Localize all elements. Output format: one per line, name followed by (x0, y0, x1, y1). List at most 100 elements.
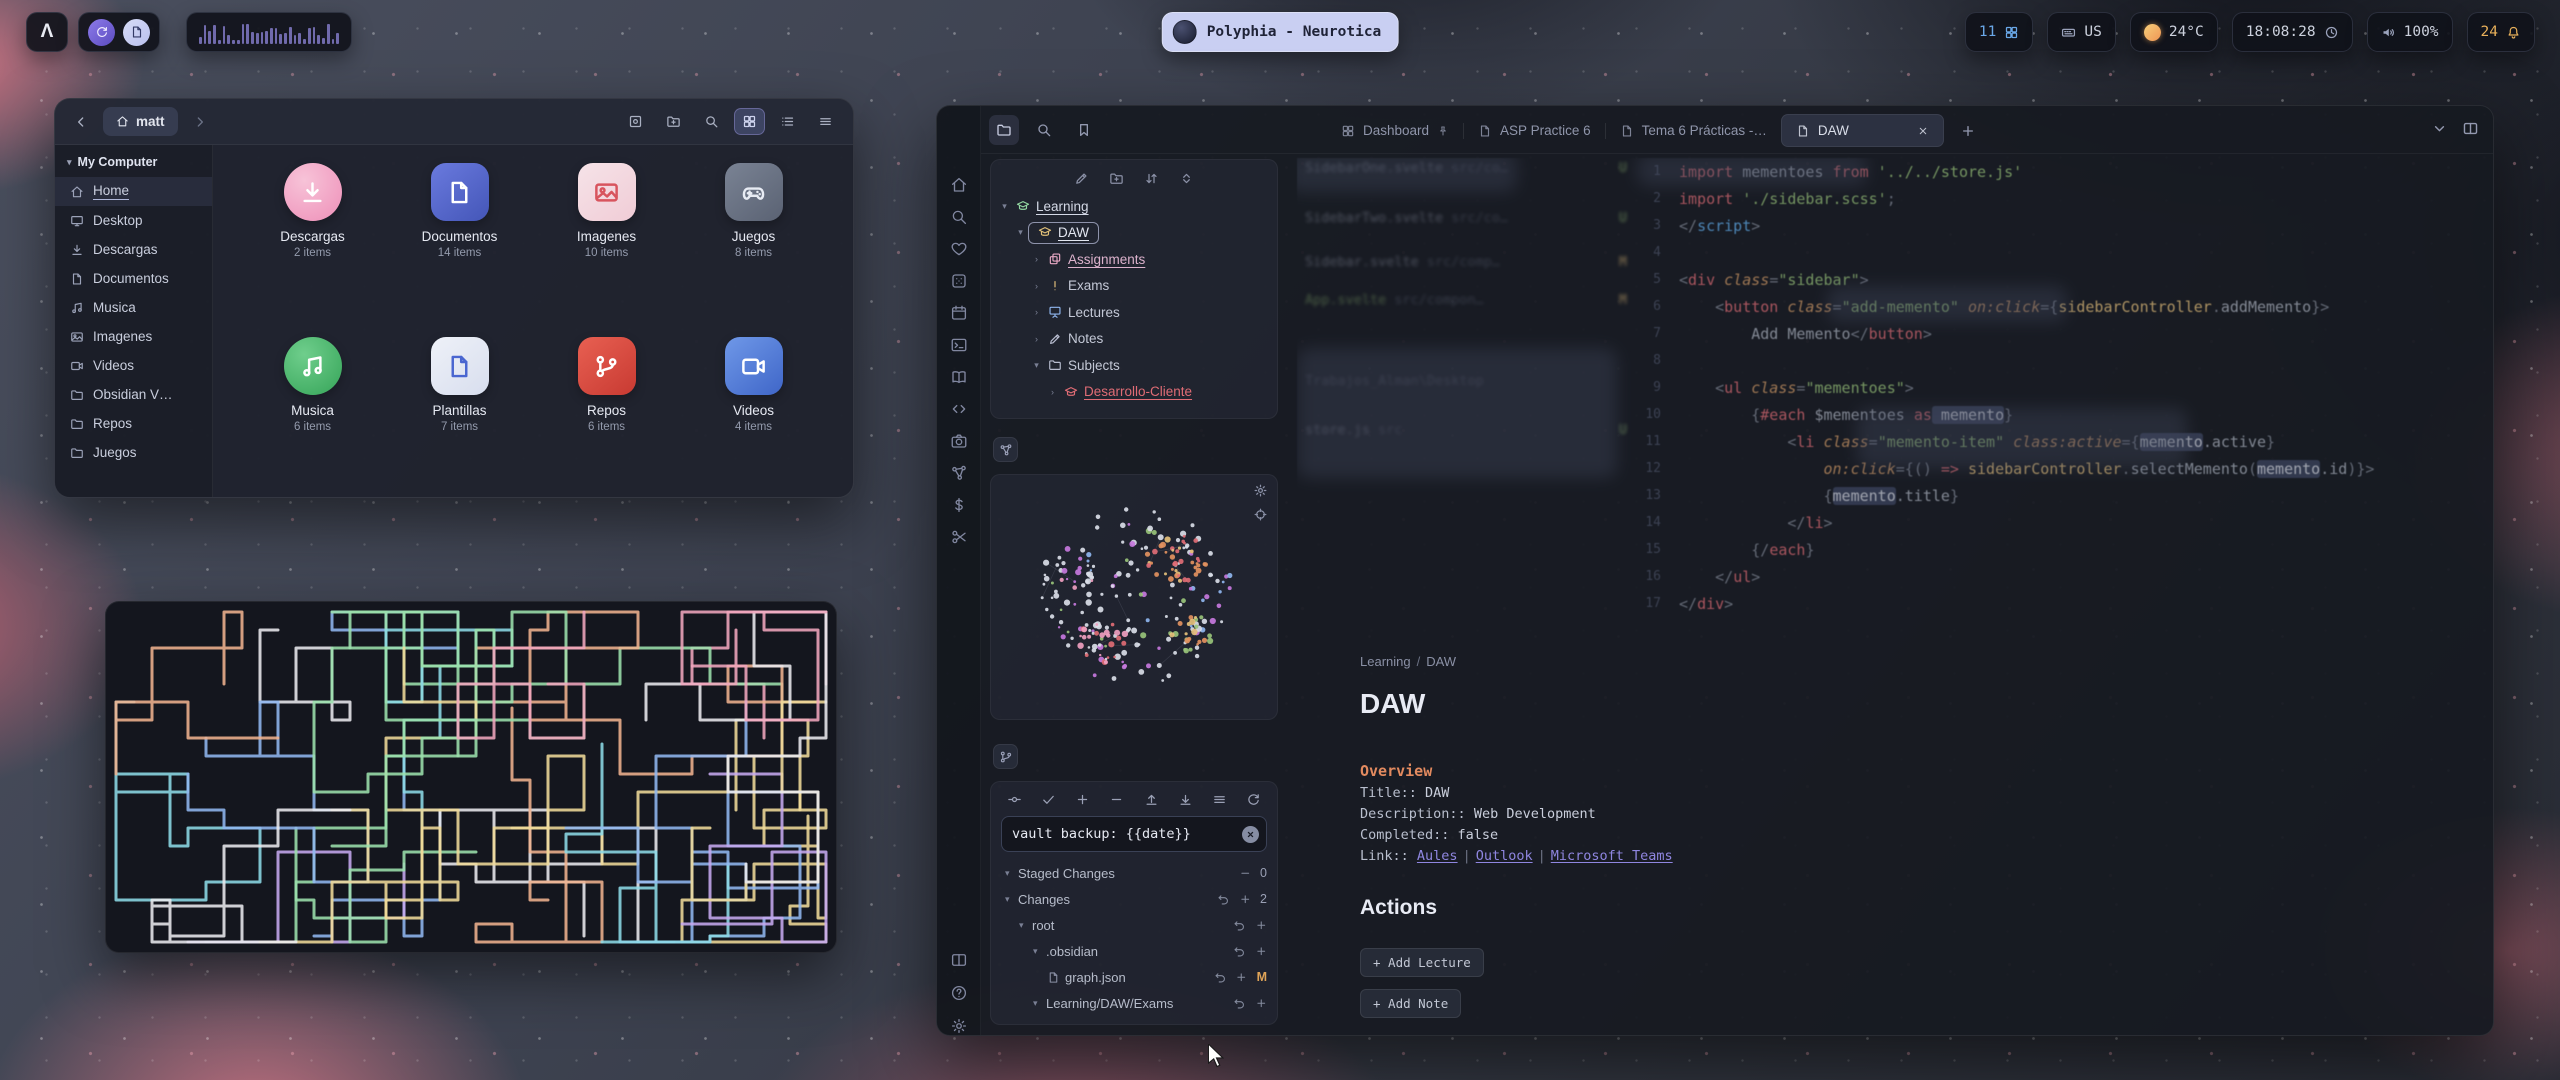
explorer-nav-button[interactable] (989, 115, 1019, 145)
tree-item-notes[interactable]: › Notes (991, 326, 1277, 353)
launcher-button[interactable]: Λ (26, 12, 68, 52)
git-row-staged[interactable]: ▾ Staged Changes 0 (1001, 860, 1267, 886)
notes-shortcut-button[interactable] (123, 19, 150, 46)
ribbon-settings-icon[interactable] (950, 1017, 968, 1035)
tree-item-lectures[interactable]: › Lectures (991, 299, 1277, 326)
tab-dashboard[interactable]: Dashboard (1327, 114, 1463, 147)
ribbon-book-icon[interactable] (950, 368, 968, 386)
tree-item-subjects[interactable]: ▾ Subjects (991, 352, 1277, 379)
commit-icon[interactable] (1007, 792, 1022, 807)
add-lecture-button[interactable]: + Add Lecture (1360, 948, 1484, 977)
tab-tema6[interactable]: Tema 6 Prácticas -… (1606, 114, 1781, 147)
discard-icon[interactable] (1214, 971, 1227, 984)
git-row-obsidian-dir[interactable]: ▾ .obsidian (1001, 938, 1267, 964)
unstage-all-icon[interactable] (1109, 792, 1124, 807)
git-row-changes[interactable]: ▾ Changes 2 (1001, 886, 1267, 912)
sidebar-item-documentos[interactable]: Documentos (55, 264, 212, 293)
tree-item-desarrollo-cliente[interactable]: › Desarrollo-Cliente (991, 379, 1277, 406)
sidebar-item-home[interactable]: Home (55, 177, 212, 206)
tab-daw[interactable]: DAW (1781, 114, 1944, 147)
add-note-button[interactable]: + Add Note (1360, 989, 1461, 1018)
tab-asp-practice[interactable]: ASP Practice 6 (1464, 114, 1605, 147)
new-folder-button[interactable] (658, 108, 689, 135)
menu-button[interactable] (810, 108, 841, 135)
stage-icon[interactable] (1235, 971, 1248, 984)
ribbon-search-icon[interactable] (950, 208, 968, 226)
sidebar-item-repos[interactable]: Repos (55, 409, 212, 438)
tree-item-exams[interactable]: › Exams (991, 273, 1277, 300)
breadcrumb-parent[interactable]: Learning (1360, 654, 1411, 669)
ribbon-camera-icon[interactable] (950, 432, 968, 450)
grid-view-button[interactable] (734, 108, 765, 135)
discard-icon[interactable] (1217, 893, 1230, 906)
folder-juegos[interactable]: Juegos8 items (680, 163, 827, 315)
now-playing-widget[interactable]: Polyphia - Neurotica (1162, 12, 1399, 52)
ribbon-sidebar-toggle-icon[interactable] (950, 951, 968, 969)
commit-message-input[interactable] (1012, 826, 1236, 842)
discard-icon[interactable] (1233, 919, 1246, 932)
stage-all-icon[interactable] (1075, 792, 1090, 807)
check-icon[interactable] (1041, 792, 1056, 807)
folder-descargas[interactable]: Descargas2 items (239, 163, 386, 315)
push-icon[interactable] (1144, 792, 1159, 807)
git-row-learning-daw-exams[interactable]: ▾ Learning/DAW/Exams (1001, 990, 1267, 1016)
keyboard-layout-module[interactable]: US (2047, 12, 2115, 52)
sidebar-item-juegos[interactable]: Juegos (55, 438, 212, 467)
workspaces-module[interactable]: 11 (1965, 12, 2033, 52)
folder-imagenes[interactable]: Imagenes10 items (533, 163, 680, 315)
new-folder-icon[interactable] (1109, 171, 1124, 186)
git-panel-chip[interactable] (993, 744, 1018, 769)
git-row-graph-json[interactable]: graph.json M (1001, 964, 1267, 990)
gear-icon[interactable] (1253, 483, 1268, 498)
clear-message-button[interactable] (1242, 826, 1259, 843)
stage-icon[interactable] (1239, 893, 1252, 906)
sidebar-header[interactable]: ▾My Computer (55, 155, 212, 177)
search-nav-button[interactable] (1029, 115, 1059, 145)
unstage-icon[interactable] (1239, 867, 1252, 880)
volume-module[interactable]: 100% (2367, 12, 2453, 52)
link-microsoft-teams[interactable]: Microsoft Teams (1551, 848, 1673, 864)
app-shortcut-button[interactable] (88, 19, 115, 46)
weather-module[interactable]: 24°C (2130, 12, 2218, 52)
screenshot-button[interactable] (620, 108, 651, 135)
ribbon-dice-icon[interactable] (950, 272, 968, 290)
stage-icon[interactable] (1255, 997, 1268, 1010)
tree-item-daw[interactable]: ▾ DAW (991, 220, 1277, 247)
graph-view-canvas[interactable] (991, 475, 1278, 719)
stage-icon[interactable] (1255, 945, 1268, 958)
sidebar-item-videos[interactable]: Videos (55, 351, 212, 380)
breadcrumb-current[interactable]: DAW (1426, 654, 1456, 669)
ribbon-calendar-icon[interactable] (950, 304, 968, 322)
refresh-icon[interactable] (1246, 792, 1261, 807)
notifications-module[interactable]: 24 (2467, 12, 2535, 52)
ribbon-scissors-icon[interactable] (950, 528, 968, 546)
ribbon-code-icon[interactable] (950, 400, 968, 418)
link-aules[interactable]: Aules (1417, 848, 1458, 864)
folder-documentos[interactable]: Documentos14 items (386, 163, 533, 315)
folder-repos[interactable]: Repos6 items (533, 337, 680, 489)
list-view-button[interactable] (772, 108, 803, 135)
clock-module[interactable]: 18:08:28 (2232, 12, 2353, 52)
folder-musica[interactable]: Musica6 items (239, 337, 386, 489)
search-button[interactable] (696, 108, 727, 135)
ribbon-graph-icon[interactable] (950, 464, 968, 482)
split-pane-icon[interactable] (2462, 120, 2479, 137)
ribbon-dollar-icon[interactable] (950, 496, 968, 514)
bookmarks-nav-button[interactable] (1069, 115, 1099, 145)
discard-icon[interactable] (1233, 997, 1246, 1010)
git-row-root[interactable]: ▾ root (1001, 912, 1267, 938)
tab-list-chevron-icon[interactable] (2431, 120, 2448, 137)
forward-button[interactable] (186, 108, 214, 136)
link-outlook[interactable]: Outlook (1476, 848, 1533, 864)
discard-icon[interactable] (1233, 945, 1246, 958)
sidebar-item-descargas[interactable]: Descargas (55, 235, 212, 264)
back-button[interactable] (67, 108, 95, 136)
sidebar-item-desktop[interactable]: Desktop (55, 206, 212, 235)
new-tab-button[interactable] (1954, 117, 1982, 145)
sort-icon[interactable] (1144, 171, 1159, 186)
ribbon-home-icon[interactable] (950, 176, 968, 194)
folder-plantillas[interactable]: Plantillas7 items (386, 337, 533, 489)
ribbon-heart-icon[interactable] (950, 240, 968, 258)
close-icon[interactable] (1917, 125, 1929, 137)
changelist-icon[interactable] (1212, 792, 1227, 807)
